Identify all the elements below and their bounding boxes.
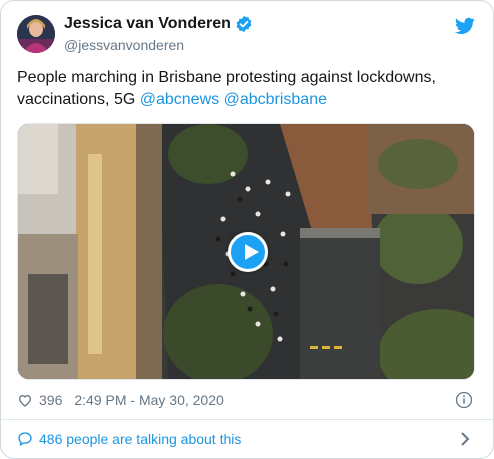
chevron-right-icon[interactable]: [459, 431, 471, 447]
play-icon[interactable]: [228, 232, 268, 272]
like-count[interactable]: 396: [39, 392, 62, 408]
mention-abcnews[interactable]: @abcnews: [140, 91, 219, 108]
talking-count[interactable]: 486 people are talking about this: [39, 431, 241, 447]
info-icon[interactable]: [455, 391, 473, 409]
tweet-meta: 396 2:49 PM - May 30, 2020: [17, 389, 479, 411]
speech-bubble-icon: [18, 432, 32, 446]
tweet-header: Jessica van Vonderen @jessvanvonderen: [17, 13, 477, 59]
heart-icon[interactable]: [17, 392, 33, 408]
handle[interactable]: @jessvanvonderen: [64, 37, 253, 53]
tweet-text: People marching in Brisbane protesting a…: [17, 67, 457, 111]
tweet-card[interactable]: Jessica van Vonderen @jessvanvonderen Pe…: [0, 0, 494, 459]
author-names: Jessica van Vonderen @jessvanvonderen: [64, 15, 253, 53]
twitter-bird-icon[interactable]: [455, 17, 475, 35]
display-name[interactable]: Jessica van Vonderen: [64, 15, 231, 33]
avatar[interactable]: [17, 15, 55, 53]
timestamp[interactable]: 2:49 PM - May 30, 2020: [74, 392, 223, 408]
mention-abcbrisbane[interactable]: @abcbrisbane: [224, 91, 327, 108]
conversation-link[interactable]: 486 people are talking about this: [17, 429, 479, 449]
verified-badge-icon: [236, 15, 252, 33]
divider: [1, 419, 493, 420]
video-player[interactable]: [17, 123, 475, 380]
